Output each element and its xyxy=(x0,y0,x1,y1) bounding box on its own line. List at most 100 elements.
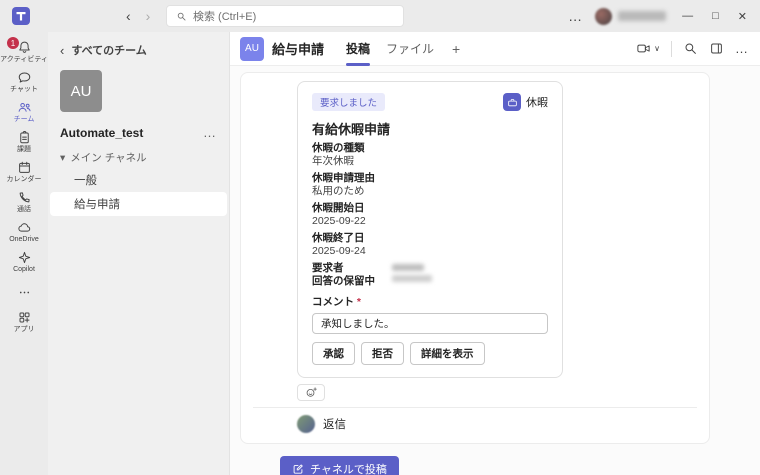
sidebar-item-teams[interactable]: チーム xyxy=(0,97,48,127)
field-label: 休暇終了日 xyxy=(312,232,365,244)
channel-label: 一般 xyxy=(74,175,97,187)
card-field: 休暇申請理由 私用のため xyxy=(312,172,548,198)
required-asterisk: * xyxy=(356,296,362,308)
sidebar-item-label: Copilot xyxy=(13,266,35,273)
people-icon xyxy=(18,102,31,112)
search-icon xyxy=(177,12,186,20)
header-more-icon[interactable]: … xyxy=(735,42,748,55)
field-label: 休暇開始日 xyxy=(312,202,365,214)
card-top-row: 要求しました 休暇 xyxy=(312,93,548,111)
activity-badge: 1 xyxy=(7,37,19,49)
card-buttons: 承認 拒否 詳細を表示 xyxy=(312,342,548,365)
tab-files[interactable]: ファイル xyxy=(386,32,434,66)
approve-button[interactable]: 承認 xyxy=(312,342,355,365)
nav-arrows: ‹ › xyxy=(126,0,150,32)
calendar-icon xyxy=(18,161,30,173)
maximize-button[interactable]: □ xyxy=(709,10,722,22)
emoji-add-icon xyxy=(306,387,317,397)
compose-icon xyxy=(293,464,303,474)
tab-posts[interactable]: 投稿 xyxy=(346,32,371,66)
post-container: 要求しました 休暇 有給休暇申請 休暇の種類 年次休暇 休暇申請理由 私用のため xyxy=(240,72,710,444)
card-field: 休暇開始日 2025-09-22 xyxy=(312,202,548,228)
post-in-channel-button[interactable]: チャネルで投稿 xyxy=(280,456,399,475)
account-button[interactable] xyxy=(595,7,667,25)
comment-input[interactable] xyxy=(312,313,548,334)
search-placeholder: 検索 (Ctrl+E) xyxy=(193,11,257,23)
comment-label: コメント * xyxy=(312,294,548,309)
reply-composer[interactable]: 返信 xyxy=(297,408,697,441)
sidebar-item-calendar[interactable]: カレンダー xyxy=(0,157,48,187)
comment-label-text: コメント xyxy=(312,296,354,308)
chevron-down-icon: ∨ xyxy=(654,44,660,53)
video-camera-icon xyxy=(637,44,650,53)
post-button-label: チャネルで投稿 xyxy=(310,464,387,475)
clipboard-icon xyxy=(19,131,29,144)
channel-label: 給与申請 xyxy=(74,199,120,211)
reply-avatar xyxy=(297,415,315,433)
sidebar-item-apps[interactable]: アプリ xyxy=(0,307,48,337)
sidebar-item-more[interactable] xyxy=(0,277,48,307)
channel-item-general[interactable]: 一般 xyxy=(50,168,227,192)
chevron-left-icon: ‹ xyxy=(60,42,65,58)
sidebar-item-chat[interactable]: チャット xyxy=(0,67,48,97)
search-input[interactable]: 検索 (Ctrl+E) xyxy=(166,5,404,27)
show-details-button[interactable]: 詳細を表示 xyxy=(410,342,485,365)
apps-icon xyxy=(19,312,29,323)
minimize-button[interactable]: — xyxy=(679,10,696,22)
teams-logo-icon[interactable] xyxy=(12,7,30,25)
teams-list-panel: ‹ すべてのチーム AU Automate_test … ▾ メイン チャネル … xyxy=(48,32,230,475)
main-content: AU 給与申請 投稿 ファイル + ∨ … 要求しました 休暇 有給休暇申請 休… xyxy=(230,32,760,475)
app-rail: 1 アクティビティ チャット チーム 課題 カレンダー 通話 OneDrive … xyxy=(0,32,48,475)
sidebar-item-label: 課題 xyxy=(17,146,31,153)
user-avatar xyxy=(595,7,613,25)
channel-item-payroll[interactable]: 給与申請 xyxy=(50,192,227,216)
title-bar: ‹ › 検索 (Ctrl+E) … — □ ✕ xyxy=(0,0,760,32)
sidebar-item-label: カレンダー xyxy=(6,176,42,183)
sidebar-item-assignments[interactable]: 課題 xyxy=(0,127,48,157)
sidebar-item-onedrive[interactable]: OneDrive xyxy=(0,217,48,247)
adaptive-card: 要求しました 休暇 有給休暇申請 休暇の種類 年次休暇 休暇申請理由 私用のため xyxy=(297,81,563,378)
redacted-requester-name xyxy=(392,264,432,282)
sidebar-item-calls[interactable]: 通話 xyxy=(0,187,48,217)
sidebar-item-label: アプリ xyxy=(13,326,35,333)
chevron-down-icon: ▾ xyxy=(60,151,66,164)
add-reaction-button[interactable] xyxy=(297,384,325,401)
requester-block: 要求者 回答の保留中 xyxy=(312,262,548,288)
reply-label: 返信 xyxy=(323,419,346,431)
reject-button[interactable]: 拒否 xyxy=(361,342,404,365)
add-tab-icon[interactable]: + xyxy=(452,41,460,57)
conversation-area: 要求しました 休暇 有給休暇申請 休暇の種類 年次休暇 休暇申請理由 私用のため xyxy=(230,66,760,475)
tab-label: ファイル xyxy=(386,42,435,56)
vacation-icon xyxy=(503,93,521,111)
all-teams-label: すべてのチーム xyxy=(71,45,147,57)
more-icon xyxy=(19,291,29,293)
channel-tabs: 投稿 ファイル + xyxy=(346,32,460,66)
all-teams-back-button[interactable]: ‹ すべてのチーム xyxy=(48,32,229,62)
back-icon[interactable]: ‹ xyxy=(126,8,131,24)
open-pane-icon[interactable] xyxy=(709,41,724,56)
team-avatar[interactable]: AU xyxy=(60,70,102,112)
sidebar-item-copilot[interactable]: Copilot xyxy=(0,247,48,277)
team-name-row[interactable]: Automate_test … xyxy=(48,112,229,146)
channel-actions: ∨ … xyxy=(636,40,748,57)
channel-section-header[interactable]: ▾ メイン チャネル xyxy=(48,146,229,168)
channel-title: 給与申請 xyxy=(272,42,325,57)
compose-row: チャネルで投稿 xyxy=(280,456,710,475)
forward-icon[interactable]: › xyxy=(146,8,151,24)
meet-now-button[interactable]: ∨ xyxy=(636,41,660,56)
search-icon[interactable] xyxy=(683,41,698,56)
field-label: 休暇申請理由 xyxy=(312,172,375,184)
divider xyxy=(671,40,672,57)
card-field: 休暇終了日 2025-09-24 xyxy=(312,232,548,258)
titlebar-more-icon[interactable]: … xyxy=(568,9,582,23)
category-label: 休暇 xyxy=(526,97,548,109)
sidebar-item-activity[interactable]: 1 アクティビティ xyxy=(0,37,48,67)
redacted-user-name xyxy=(618,11,667,21)
field-value: 年次休暇 xyxy=(312,155,354,167)
team-more-icon[interactable]: … xyxy=(203,126,217,139)
field-value: 2025-09-24 xyxy=(312,245,366,257)
section-label: メイン チャネル xyxy=(70,152,147,164)
sidebar-item-label: アクティビティ xyxy=(0,56,48,63)
close-button[interactable]: ✕ xyxy=(735,10,750,23)
sparkle-icon xyxy=(18,251,30,264)
